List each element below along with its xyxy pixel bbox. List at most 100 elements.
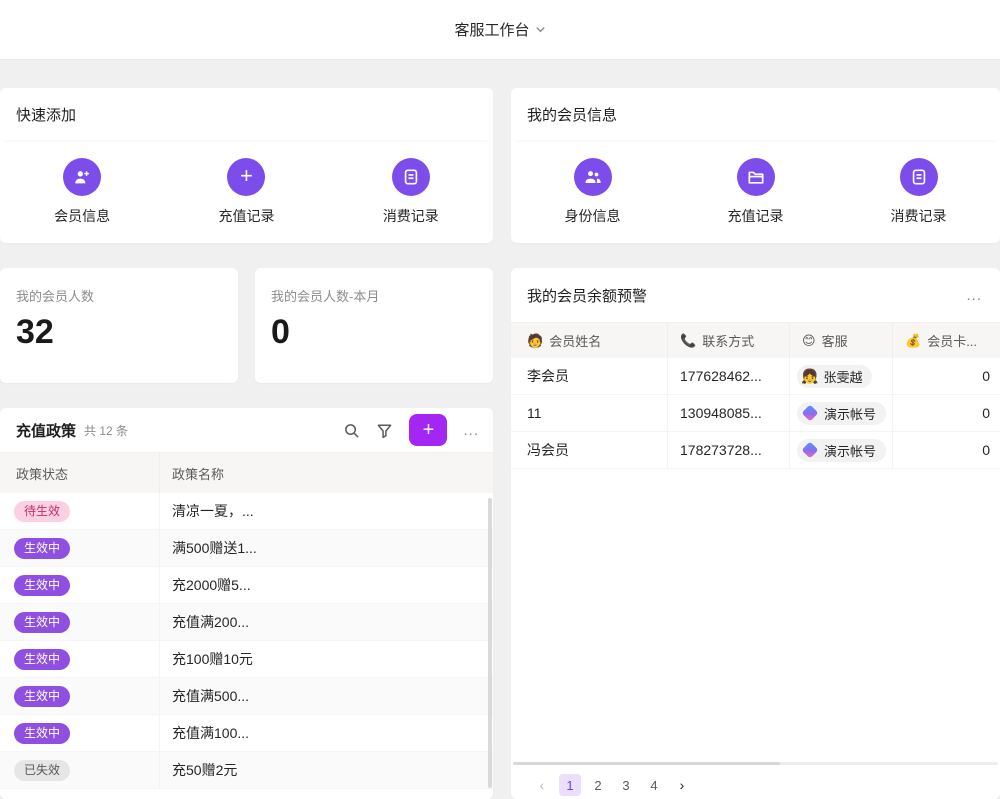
- pagination: ‹ 1 2 3 4 ›: [531, 774, 693, 796]
- balance-warning-card: 我的会员余额预警 ... 🧑 会员姓名 📞 联系方式 😊 客服 💰 会员卡...: [511, 268, 1000, 799]
- table-row[interactable]: 待生效 清凉一夏，...: [0, 493, 493, 530]
- people-icon: [574, 158, 612, 196]
- recharge-record-action[interactable]: 充值记录: [701, 158, 811, 226]
- stat-value: 32: [16, 313, 222, 352]
- action-label: 消费记录: [383, 206, 439, 226]
- quick-add-consume-record[interactable]: 消费记录: [356, 158, 466, 226]
- phone-icon: 📞: [680, 333, 696, 349]
- agent-tag: 演示帐号: [797, 402, 886, 425]
- policy-table-header: 政策状态 政策名称: [0, 453, 493, 493]
- demo-account-icon: [802, 405, 819, 422]
- folder-icon: [737, 158, 775, 196]
- balance-card-header: 我的会员余额预警 ...: [511, 268, 1000, 323]
- table-row[interactable]: 生效中 充100赠10元: [0, 641, 493, 678]
- status-badge: 已失效: [14, 760, 70, 781]
- quick-add-recharge-record[interactable]: + 充值记录: [191, 158, 301, 226]
- column-header-status: 政策状态: [0, 453, 160, 493]
- policy-name: 满500赠送1...: [160, 538, 493, 558]
- action-label: 充值记录: [728, 206, 784, 226]
- member-add-icon: [63, 158, 101, 196]
- prev-page-button[interactable]: ‹: [531, 774, 553, 796]
- chevron-down-icon: [535, 24, 546, 35]
- table-row[interactable]: 生效中 充值满200...: [0, 604, 493, 641]
- smiley-icon: 😊: [802, 333, 816, 349]
- action-label: 身份信息: [565, 206, 621, 226]
- table-row[interactable]: 冯会员 178273728... 演示帐号 0: [511, 432, 1000, 469]
- column-header-member-name: 🧑 会员姓名: [511, 323, 668, 358]
- demo-account-icon: [802, 442, 819, 459]
- card-balance: 0: [893, 358, 1000, 394]
- quick-add-title: 快速添加: [0, 88, 493, 140]
- member-name: 冯会员: [511, 432, 668, 468]
- table-row[interactable]: 生效中 充2000赠5...: [0, 567, 493, 604]
- identity-info-action[interactable]: 身份信息: [538, 158, 648, 226]
- balance-table-body: 李会员 177628462... 👧 张雯越 0 11 130948085...…: [511, 358, 1000, 469]
- member-phone: 178273728...: [668, 432, 790, 468]
- page-button-4[interactable]: 4: [643, 774, 665, 796]
- more-options-icon[interactable]: ...: [966, 287, 982, 304]
- member-name: 李会员: [511, 358, 668, 394]
- quick-add-card: 快速添加 会员信息 + 充值记录 消费记录: [0, 88, 493, 243]
- page-button-3[interactable]: 3: [615, 774, 637, 796]
- member-info-title: 我的会员信息: [511, 88, 1000, 140]
- quick-add-member-info[interactable]: 会员信息: [27, 158, 137, 226]
- workspace-switcher[interactable]: 客服工作台: [454, 19, 545, 40]
- column-header-name: 政策名称: [160, 453, 493, 493]
- quick-add-actions: 会员信息 + 充值记录 消费记录: [0, 140, 493, 226]
- member-count-card: 我的会员人数 32: [0, 268, 238, 383]
- policy-count: 共 12 条: [84, 422, 128, 439]
- page-button-2[interactable]: 2: [587, 774, 609, 796]
- status-badge: 生效中: [14, 649, 70, 670]
- action-label: 消费记录: [891, 206, 947, 226]
- money-bag-icon: 💰: [905, 333, 921, 349]
- policy-name: 充值满200...: [160, 612, 493, 632]
- more-options-icon[interactable]: ...: [463, 422, 479, 439]
- consume-record-action[interactable]: 消费记录: [864, 158, 974, 226]
- member-count-month-card: 我的会员人数-本月 0: [255, 268, 493, 383]
- column-header-card-balance: 💰 会员卡...: [893, 323, 1000, 358]
- receipt-icon: [900, 158, 938, 196]
- status-badge: 生效中: [14, 723, 70, 744]
- policy-name: 充值满500...: [160, 686, 493, 706]
- status-badge: 生效中: [14, 612, 70, 633]
- status-badge: 生效中: [14, 575, 70, 596]
- policy-toolbar: + ...: [343, 414, 479, 446]
- policy-name: 充值满100...: [160, 723, 493, 743]
- member-phone: 177628462...: [668, 358, 790, 394]
- agent-tag: 演示帐号: [797, 439, 886, 462]
- table-row[interactable]: 生效中 充值满100...: [0, 715, 493, 752]
- vertical-scrollbar[interactable]: [488, 498, 492, 788]
- search-icon[interactable]: [343, 422, 360, 439]
- status-badge: 待生效: [14, 501, 70, 522]
- add-policy-button[interactable]: +: [409, 414, 447, 446]
- column-header-contact: 📞 联系方式: [668, 323, 790, 358]
- member-info-card: 我的会员信息 身份信息 充值记录 消费记录: [511, 88, 1000, 243]
- top-bar: 客服工作台: [0, 0, 1000, 60]
- stat-label: 我的会员人数-本月: [271, 286, 477, 305]
- status-badge: 生效中: [14, 538, 70, 559]
- recharge-policy-card: 充值政策 共 12 条 + ... 政策状态 政策名称 待生效 清凉一夏，...: [0, 408, 493, 799]
- balance-title: 我的会员余额预警: [527, 285, 647, 306]
- column-header-agent: 😊 客服: [790, 323, 893, 358]
- filter-icon[interactable]: [376, 422, 393, 439]
- horizontal-scrollbar[interactable]: [513, 762, 998, 765]
- member-name: 11: [511, 395, 668, 431]
- table-row[interactable]: 生效中 满500赠送1...: [0, 530, 493, 567]
- card-balance: 0: [893, 395, 1000, 431]
- policy-name: 清凉一夏，...: [160, 501, 493, 521]
- table-row[interactable]: 生效中 充值满500...: [0, 678, 493, 715]
- stat-label: 我的会员人数: [16, 286, 222, 305]
- table-row[interactable]: 已失效 充50赠2元: [0, 752, 493, 789]
- next-page-button[interactable]: ›: [671, 774, 693, 796]
- page-title: 客服工作台: [454, 19, 529, 40]
- status-badge: 生效中: [14, 686, 70, 707]
- page-button-1[interactable]: 1: [559, 774, 581, 796]
- action-label: 充值记录: [218, 206, 274, 226]
- stat-value: 0: [271, 313, 477, 352]
- table-row[interactable]: 李会员 177628462... 👧 张雯越 0: [511, 358, 1000, 395]
- balance-table-header: 🧑 会员姓名 📞 联系方式 😊 客服 💰 会员卡...: [511, 323, 1000, 358]
- policy-title: 充值政策: [16, 420, 76, 441]
- policy-table-body: 待生效 清凉一夏，... 生效中 满500赠送1... 生效中 充2000赠5.…: [0, 493, 493, 789]
- table-row[interactable]: 11 130948085... 演示帐号 0: [511, 395, 1000, 432]
- customer-service-workbench: 客服工作台 快速添加 会员信息 + 充值记录 消: [0, 0, 1000, 799]
